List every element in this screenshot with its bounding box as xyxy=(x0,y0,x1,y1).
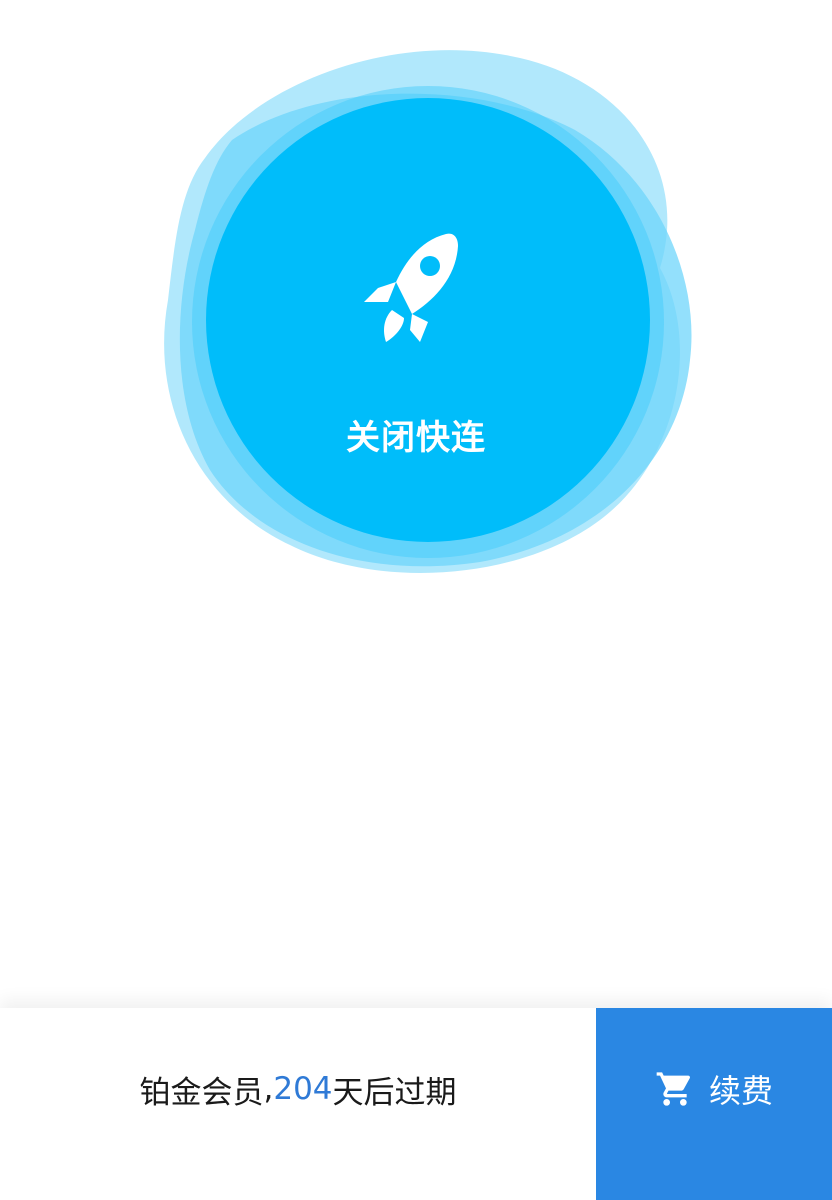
connect-label: 关闭快连 xyxy=(346,418,486,458)
membership-suffix: 天后过期 xyxy=(332,1074,457,1111)
renew-label: 续费 xyxy=(708,1072,773,1110)
membership-days: 204 xyxy=(273,1071,333,1107)
connect-area: 关闭快连 xyxy=(0,0,832,620)
membership-status: 铂金会员, 204 天后过期 xyxy=(0,1008,596,1200)
membership-separator: , xyxy=(263,1071,274,1107)
app-screen: 关闭快连 铂金会员, 204 天后过期 续费 xyxy=(0,0,832,1200)
cart-icon xyxy=(656,1072,690,1106)
renew-button[interactable]: 续费 xyxy=(596,1008,832,1200)
bottom-bar: 铂金会员, 204 天后过期 续费 xyxy=(0,1008,832,1200)
rocket-icon xyxy=(364,233,458,342)
membership-tier: 铂金会员 xyxy=(139,1074,264,1111)
